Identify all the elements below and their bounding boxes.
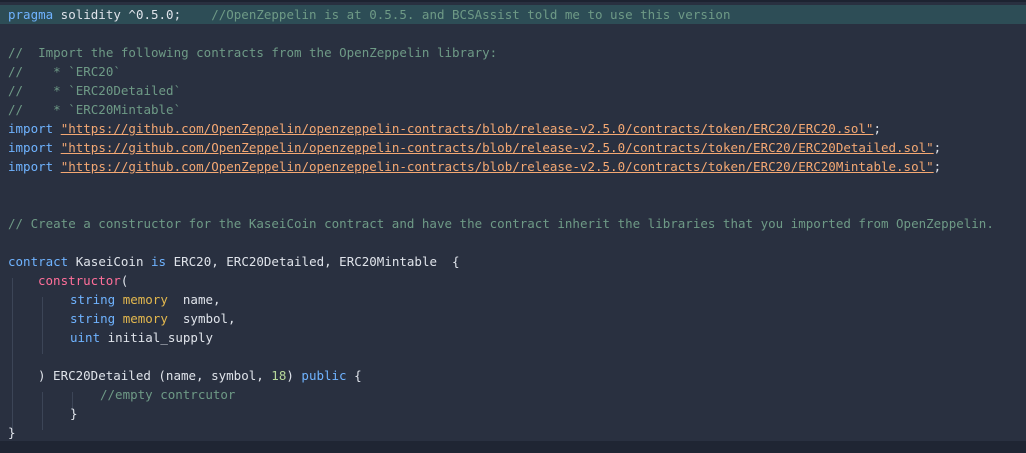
keyword-pragma: pragma <box>8 7 54 22</box>
semicolon: ; <box>933 159 942 174</box>
keyword-import: import <box>8 140 54 155</box>
code-line-8[interactable]: import "https://github.com/OpenZeppelin/… <box>8 138 1026 157</box>
code-line-15[interactable]: constructor( <box>8 271 1026 290</box>
param-name: name, <box>167 292 221 307</box>
keyword-import: import <box>8 159 54 174</box>
close-paren: ) <box>286 368 302 383</box>
import-url-link[interactable]: "https://github.com/OpenZeppelin/openzep… <box>61 140 934 155</box>
code-line-23[interactable]: } <box>8 423 1026 442</box>
param-symbol: symbol, <box>167 311 236 326</box>
pragma-version: solidity ^0.5.0; <box>53 7 182 22</box>
code-line-12[interactable]: // Create a constructor for the KaseiCoi… <box>8 214 1026 233</box>
open-paren: ( <box>120 273 129 288</box>
import-url-link[interactable]: "https://github.com/OpenZeppelin/openzep… <box>61 159 934 174</box>
code-line-20[interactable]: ) ERC20Detailed (name, symbol, 18) publi… <box>8 366 1026 385</box>
code-line-14[interactable]: contract KaseiCoin is ERC20, ERC20Detail… <box>8 252 1026 271</box>
import-url-link[interactable]: "https://github.com/OpenZeppelin/openzep… <box>61 121 874 136</box>
code-line-3[interactable]: // Import the following contracts from t… <box>8 43 1026 62</box>
keyword-public: public <box>301 368 347 383</box>
constructor-keyword: constructor <box>38 273 121 288</box>
erc20detailed-call: ) ERC20Detailed (name, symbol, <box>38 368 272 383</box>
semicolon: ; <box>873 121 881 136</box>
code-line-7[interactable]: import "https://github.com/OpenZeppelin/… <box>8 119 1026 138</box>
code-line-18[interactable]: uint initial_supply <box>8 328 1026 347</box>
contract-name: KaseiCoin <box>68 254 152 269</box>
storage-memory: memory <box>122 292 168 307</box>
storage-memory: memory <box>122 311 168 326</box>
open-brace: { <box>346 368 362 383</box>
type-string: string <box>70 292 116 307</box>
code-line-1[interactable]: pragma solidity ^0.5.0; //OpenZeppelin i… <box>0 5 1026 24</box>
keyword-contract: contract <box>8 254 69 269</box>
code-line-6[interactable]: // * `ERC20Mintable` <box>8 100 1026 119</box>
code-line-16[interactable]: string memory name, <box>8 290 1026 309</box>
code-line-21[interactable]: //empty contrcutor <box>8 385 1026 404</box>
type-uint: uint <box>70 330 101 345</box>
param-initial-supply: initial_supply <box>100 330 213 345</box>
type-string: string <box>70 311 116 326</box>
horizontal-scrollbar[interactable] <box>0 441 1026 453</box>
inherited-contracts: ERC20, ERC20Detailed, ERC20Mintable { <box>166 254 460 269</box>
keyword-is: is <box>151 254 167 269</box>
code-line-17[interactable]: string memory symbol, <box>8 309 1026 328</box>
code-editor[interactable]: pragma solidity ^0.5.0; //OpenZeppelin i… <box>0 0 1026 453</box>
comment: //OpenZeppelin is at 0.5.5. and BCSAssis… <box>181 7 731 22</box>
code-line-9[interactable]: import "https://github.com/OpenZeppelin/… <box>8 157 1026 176</box>
code-line-4[interactable]: // * `ERC20` <box>8 62 1026 81</box>
decimals-number: 18 <box>271 368 287 383</box>
semicolon: ; <box>933 140 942 155</box>
keyword-import: import <box>8 121 54 136</box>
code-line-22[interactable]: } <box>8 404 1026 423</box>
code-line-5[interactable]: // * `ERC20Detailed` <box>8 81 1026 100</box>
